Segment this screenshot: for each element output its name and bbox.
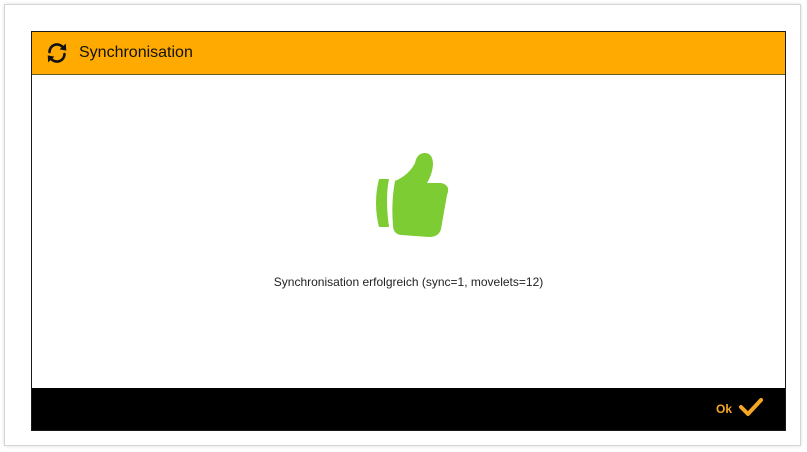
sync-dialog: Synchronisation Synchronisation erfolgre… [31,31,786,431]
ok-button[interactable]: Ok [716,397,763,422]
status-message: Synchronisation erfolgreich (sync=1, mov… [273,275,544,289]
dialog-body: Synchronisation erfolgreich (sync=1, mov… [32,75,785,387]
thumb-cuff [376,179,389,227]
check-icon [739,397,763,422]
sync-icon [44,40,70,66]
dialog-title: Synchronisation [79,44,193,61]
ok-label: Ok [715,402,732,416]
dialog-footer: Ok [32,388,785,430]
dialog-header: Synchronisation [32,32,785,75]
thumbs-up-icon [369,149,449,239]
window-frame: Synchronisation Synchronisation erfolgre… [4,4,801,446]
thumb-hand [392,153,449,237]
